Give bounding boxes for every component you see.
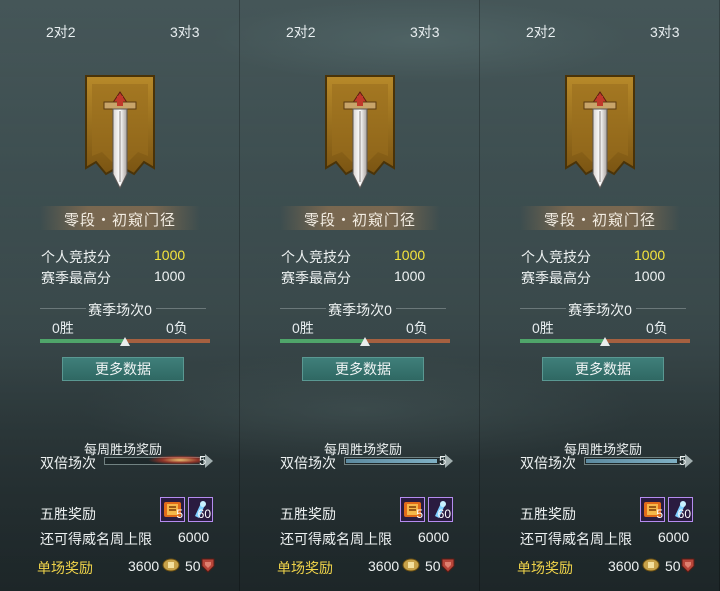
tab-3v3[interactable]: 3对3: [650, 22, 680, 42]
weekly-limit-label: 还可得威名周上限: [280, 531, 392, 547]
season-best-value: 1000: [394, 268, 426, 284]
double-matches-count: 5: [439, 453, 447, 468]
loss-bar-fill: [365, 339, 450, 343]
rank-emblem-sword-icon: [325, 75, 395, 190]
loss-bar-fill: [605, 339, 690, 343]
weekly-limit-label: 还可得威名周上限: [520, 531, 632, 547]
reward-medicine-item[interactable]: 60: [668, 497, 693, 522]
five-win-reward-label: 五胜奖励: [280, 506, 336, 522]
single-reward-coin: 3600: [368, 558, 400, 574]
double-matches-bar: [584, 457, 684, 465]
double-matches-label: 双倍场次: [40, 455, 96, 471]
arena-panels: 2对2 3对3 零段・初窥门径 个人竞技分 1000 赛季最高分 1000 赛季…: [0, 0, 720, 591]
rank-title: 零段・初窥门径: [303, 212, 416, 229]
reputation-shield-icon: [201, 558, 215, 573]
personal-score-value: 1000: [394, 247, 426, 263]
losses-count: 0负: [406, 320, 428, 336]
losses-count: 0负: [646, 320, 668, 336]
double-matches-fill: [586, 459, 677, 463]
rank-title: 零段・初窥门径: [63, 212, 176, 229]
reward-medicine-count: 60: [677, 507, 691, 521]
season-matches: 赛季场次0: [328, 302, 392, 318]
single-reward-reputation: 50: [425, 558, 441, 574]
reputation-shield-icon: [441, 558, 455, 573]
loss-bar-fill: [125, 339, 210, 343]
single-reward-coin: 3600: [608, 558, 640, 574]
arena-panel: 2对2 3对3 零段・初窥门径 个人竞技分 1000 赛季最高分 1000 赛季…: [480, 0, 720, 591]
tab-2v2[interactable]: 2对2: [526, 22, 556, 42]
single-reward-reputation: 50: [185, 558, 201, 574]
win-ratio-marker-icon: [120, 337, 130, 346]
reward-scroll-count: 5: [176, 507, 183, 521]
win-ratio-marker-icon: [360, 337, 370, 346]
reward-scroll-count: 5: [656, 507, 663, 521]
tab-3v3[interactable]: 3对3: [410, 22, 440, 42]
season-best-label: 赛季最高分: [41, 270, 111, 286]
reward-medicine-item[interactable]: 60: [428, 497, 453, 522]
double-matches-glow: [120, 452, 200, 468]
more-data-button[interactable]: 更多数据: [302, 357, 424, 381]
more-data-button[interactable]: 更多数据: [62, 357, 184, 381]
rank-title: 零段・初窥门径: [543, 212, 656, 229]
win-bar-fill: [280, 339, 365, 343]
reward-medicine-count: 60: [197, 507, 211, 521]
wins-count: 0胜: [52, 320, 74, 336]
season-best-label: 赛季最高分: [281, 270, 351, 286]
weekly-limit-value: 6000: [418, 529, 450, 545]
rank-emblem-sword-icon: [85, 75, 155, 190]
personal-score-label: 个人竞技分: [521, 249, 591, 265]
reward-scroll-item[interactable]: 5: [400, 497, 425, 522]
coin-icon: [402, 558, 420, 572]
weekly-limit-label: 还可得威名周上限: [40, 531, 152, 547]
weekly-limit-value: 6000: [658, 529, 690, 545]
win-ratio-marker-icon: [600, 337, 610, 346]
single-match-reward-label: 单场奖励: [37, 560, 93, 576]
weekly-limit-value: 6000: [178, 529, 210, 545]
losses-count: 0负: [166, 320, 188, 336]
season-best-value: 1000: [634, 268, 666, 284]
double-matches-label: 双倍场次: [280, 455, 336, 471]
arena-panel: 2对2 3对3 零段・初窥门径 个人竞技分 1000 赛季最高分 1000 赛季…: [0, 0, 240, 591]
personal-score-label: 个人竞技分: [41, 249, 111, 265]
personal-score-value: 1000: [634, 247, 666, 263]
tab-2v2[interactable]: 2对2: [46, 22, 76, 42]
personal-score-value: 1000: [154, 247, 186, 263]
double-matches-count: 5: [199, 453, 207, 468]
reward-medicine-item[interactable]: 60: [188, 497, 213, 522]
double-matches-fill: [346, 459, 437, 463]
reputation-shield-icon: [681, 558, 695, 573]
double-matches-count: 5: [679, 453, 687, 468]
double-matches-label: 双倍场次: [520, 455, 576, 471]
coin-icon: [162, 558, 180, 572]
coin-icon: [642, 558, 660, 572]
reward-scroll-count: 5: [416, 507, 423, 521]
single-reward-coin: 3600: [128, 558, 160, 574]
reward-scroll-item[interactable]: 5: [640, 497, 665, 522]
five-win-reward-label: 五胜奖励: [40, 506, 96, 522]
season-best-label: 赛季最高分: [521, 270, 591, 286]
wins-count: 0胜: [532, 320, 554, 336]
more-data-button[interactable]: 更多数据: [542, 357, 664, 381]
reward-medicine-count: 60: [437, 507, 451, 521]
wins-count: 0胜: [292, 320, 314, 336]
win-bar-fill: [520, 339, 605, 343]
season-best-value: 1000: [154, 268, 186, 284]
single-match-reward-label: 单场奖励: [277, 560, 333, 576]
season-matches: 赛季场次0: [568, 302, 632, 318]
rank-emblem-sword-icon: [565, 75, 635, 190]
double-matches-bar: [344, 457, 444, 465]
tab-2v2[interactable]: 2对2: [286, 22, 316, 42]
arena-panel: 2对2 3对3 零段・初窥门径 个人竞技分 1000 赛季最高分 1000 赛季…: [240, 0, 480, 591]
single-match-reward-label: 单场奖励: [517, 560, 573, 576]
reward-scroll-item[interactable]: 5: [160, 497, 185, 522]
win-bar-fill: [40, 339, 125, 343]
tab-3v3[interactable]: 3对3: [170, 22, 200, 42]
personal-score-label: 个人竞技分: [281, 249, 351, 265]
five-win-reward-label: 五胜奖励: [520, 506, 576, 522]
season-matches: 赛季场次0: [88, 302, 152, 318]
single-reward-reputation: 50: [665, 558, 681, 574]
